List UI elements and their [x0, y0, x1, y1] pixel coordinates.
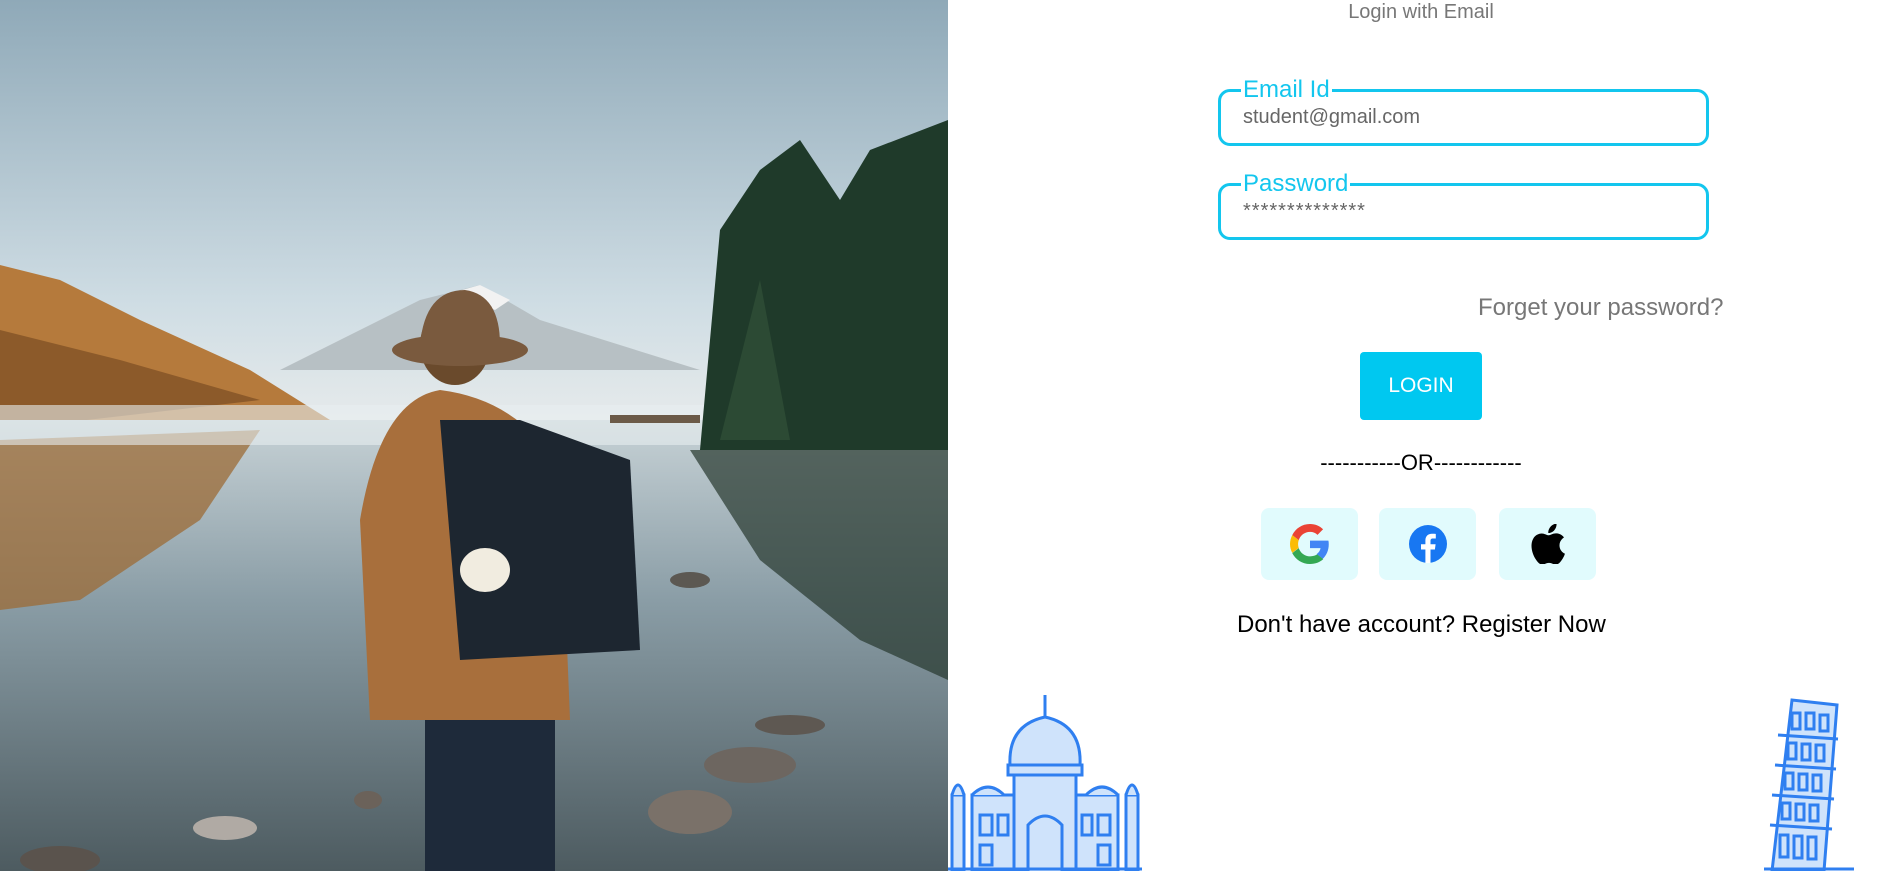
google-icon [1289, 524, 1329, 564]
email-field[interactable]: Email Id [1218, 78, 1709, 146]
taj-mahal-illustration [948, 695, 1142, 876]
password-field[interactable]: Password [1218, 172, 1709, 240]
email-input[interactable] [1243, 106, 1683, 129]
apple-login-button[interactable] [1499, 508, 1596, 580]
password-label: Password [1243, 170, 1349, 197]
register-prompt: Don't have account? Register Now [1237, 611, 1606, 639]
register-text: Don't have account? [1237, 611, 1462, 638]
leaning-tower-illustration [1742, 695, 1862, 876]
forgot-password-link[interactable]: Forget your password? [1478, 294, 1723, 322]
or-divider: -----------OR------------ [1320, 450, 1522, 475]
email-label: Email Id [1243, 76, 1330, 103]
register-now-link[interactable]: Register Now [1462, 611, 1606, 638]
facebook-login-button[interactable] [1379, 508, 1476, 580]
hero-image [0, 0, 948, 871]
login-button[interactable]: LOGIN [1360, 352, 1482, 420]
google-login-button[interactable] [1261, 508, 1358, 580]
login-subtitle: Login with Email [1348, 1, 1494, 23]
apple-icon [1531, 524, 1565, 564]
facebook-icon [1408, 525, 1447, 563]
password-input[interactable] [1243, 200, 1683, 223]
